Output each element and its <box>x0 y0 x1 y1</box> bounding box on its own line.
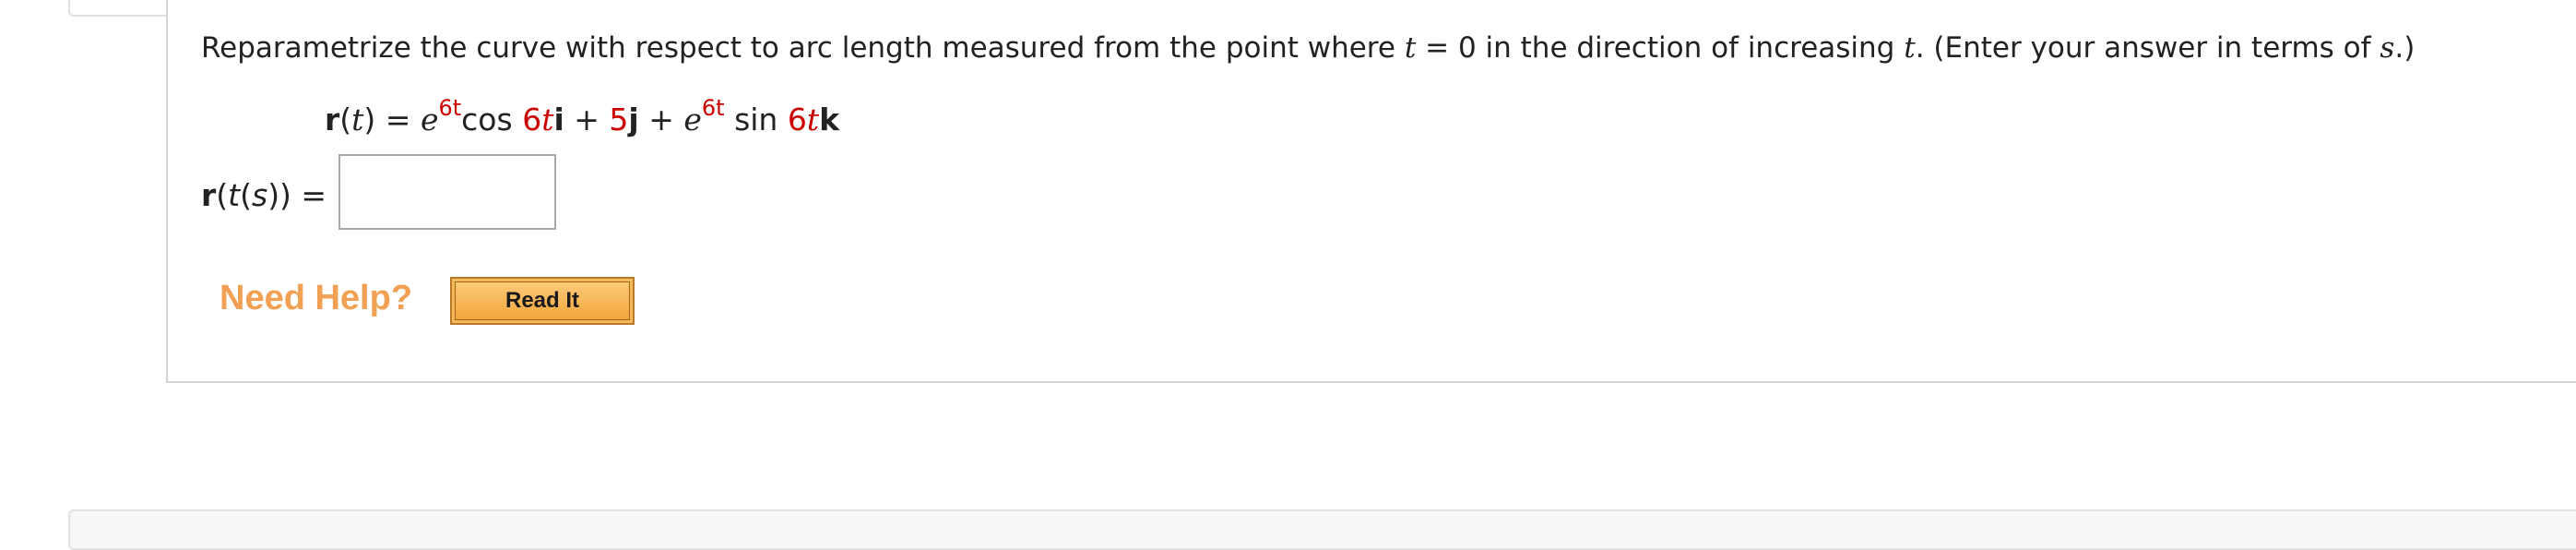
formula-sin: sin <box>724 102 788 138</box>
curve-formula: r(t) = e6tcos 6ti + 5j + e6t sin 6tk <box>325 89 839 143</box>
formula-coefficient: 6 <box>522 102 542 138</box>
answer-label-t: t <box>228 177 241 213</box>
need-help-label: Need Help? <box>220 279 413 317</box>
formula-e: e <box>683 102 702 138</box>
formula-plus: + <box>638 102 684 138</box>
formula-coefficient: 6 <box>787 102 807 138</box>
formula-coefficient: 5 <box>609 102 629 138</box>
prompt-text: .) <box>2394 31 2416 65</box>
answer-label-paren: ( <box>216 177 229 213</box>
formula-exponent: 6t <box>438 95 462 121</box>
formula-cos: cos <box>461 102 523 138</box>
formula-plus: + <box>564 102 610 138</box>
prompt-variable-t: t <box>1904 31 1916 65</box>
answer-label-paren: ( <box>240 177 252 213</box>
formula-e: e <box>420 102 439 138</box>
prompt-variable-s: s <box>2380 31 2395 65</box>
next-question-panel <box>68 509 2576 550</box>
answer-input[interactable] <box>338 154 556 230</box>
prompt-variable-t: t <box>1404 31 1417 65</box>
formula-unit-k: k <box>819 102 840 138</box>
read-it-button[interactable]: Read It <box>450 277 635 325</box>
formula-vector-r: r <box>325 102 340 138</box>
answer-label: r(t(s)) = <box>201 175 326 216</box>
formula-paren: ( <box>339 102 352 138</box>
formula-equals: ) = <box>363 102 421 138</box>
question-prompt: Reparametrize the curve with respect to … <box>201 28 2415 68</box>
prompt-text: Reparametrize the curve with respect to … <box>201 31 1405 65</box>
read-it-label: Read It <box>455 281 630 320</box>
answer-label-r: r <box>201 177 217 213</box>
formula-variable: t <box>541 102 554 138</box>
prompt-text: . (Enter your answer in terms of <box>1915 31 2380 65</box>
formula-exponent: 6t <box>701 95 725 121</box>
prompt-text: = 0 in the direction of increasing <box>1416 31 1905 65</box>
answer-label-equals: )) = <box>267 177 327 213</box>
answer-label-s: s <box>251 177 268 213</box>
formula-variable: t <box>351 102 364 138</box>
formula-variable: t <box>806 102 820 138</box>
formula-unit-j: j <box>628 102 639 138</box>
formula-unit-i: i <box>553 102 564 138</box>
